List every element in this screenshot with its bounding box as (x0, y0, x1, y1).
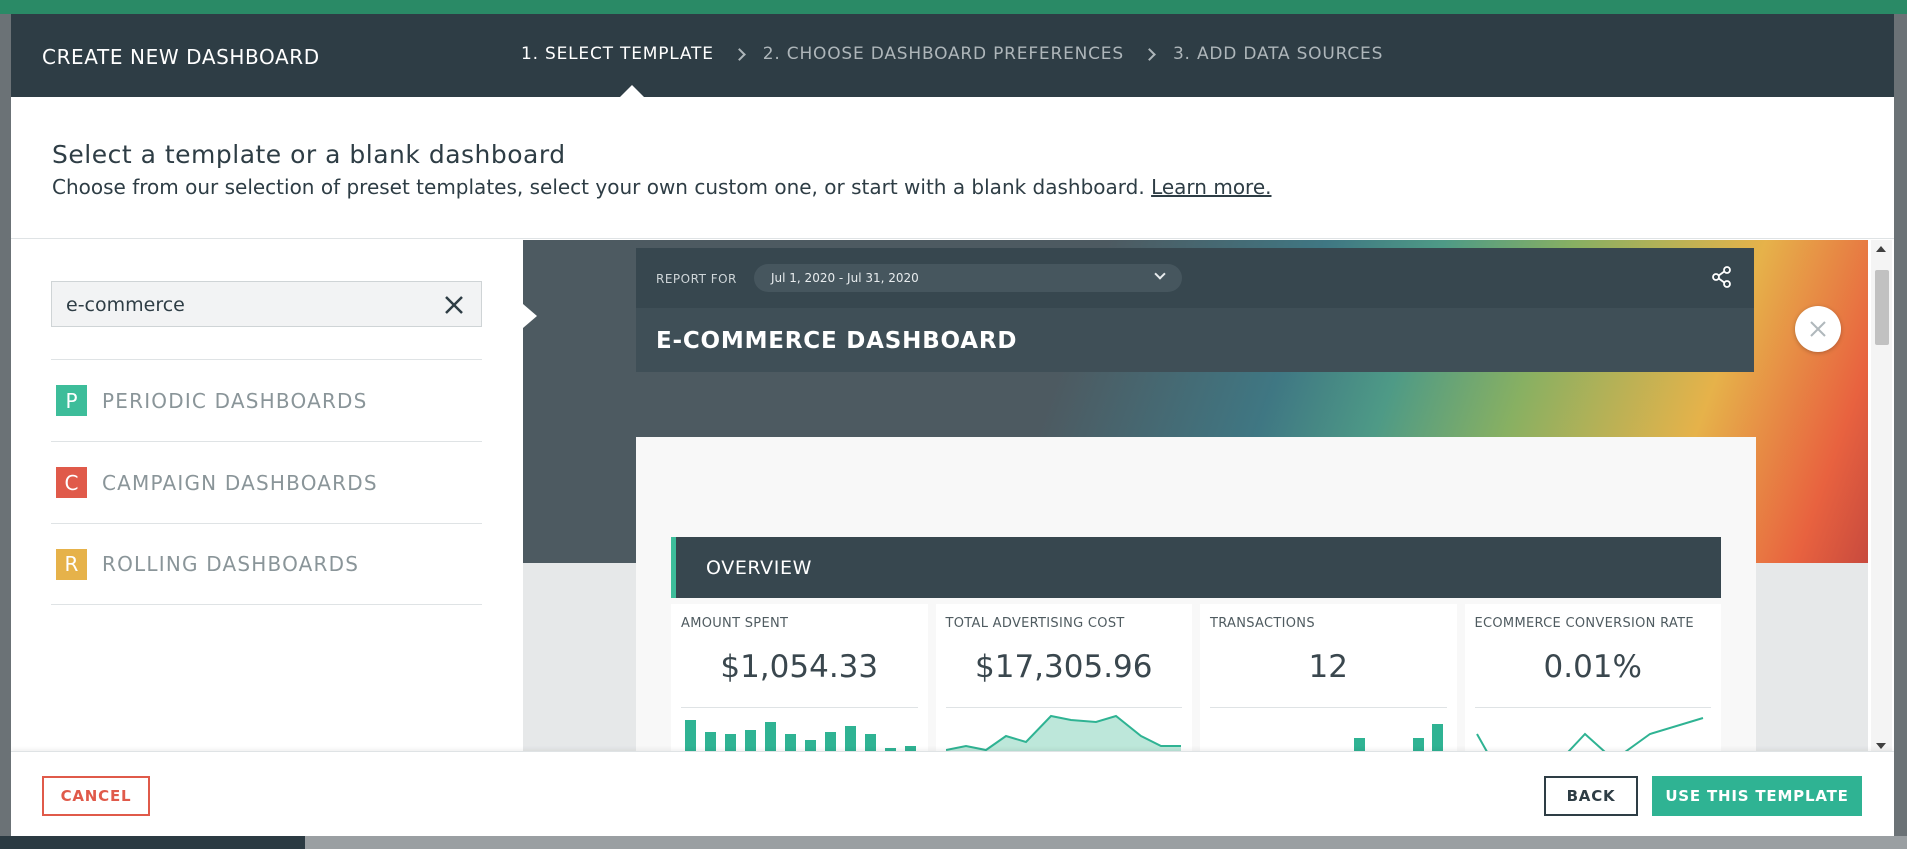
report-header-bar: REPORT FOR Jul 1, 2020 - Jul 31, 2020 (636, 248, 1754, 308)
kpi-bar-chart (1210, 724, 1450, 755)
template-search-field[interactable]: e-commerce (51, 281, 482, 327)
date-range-value: Jul 1, 2020 - Jul 31, 2020 (771, 271, 919, 285)
learn-more-link[interactable]: Learn more. (1151, 175, 1271, 199)
kpi-bar-chart (685, 720, 916, 755)
kpi-label: TOTAL ADVERTISING COST (945, 616, 1125, 631)
kpi-line-chart (1474, 717, 1715, 755)
step-select-template[interactable]: 1. SELECT TEMPLATE (521, 44, 714, 64)
kpi-transactions: TRANSACTIONS 12 (1200, 604, 1457, 755)
kpi-row: AMOUNT SPENT $1,054.33 TOTAL ADVERTISING… (671, 604, 1721, 755)
close-icon (1810, 321, 1826, 337)
category-letter-badge: R (56, 548, 87, 580)
scroll-down-arrow-icon[interactable] (1876, 743, 1886, 749)
scrollbar-thumb[interactable] (1875, 270, 1889, 345)
kpi-divider (1474, 707, 1711, 708)
scroll-up-arrow-icon[interactable] (1876, 246, 1886, 252)
kpi-value: $1,054.33 (720, 649, 879, 685)
intro-description: Choose from our selection of preset temp… (52, 175, 1145, 199)
search-input-value[interactable]: e-commerce (66, 294, 185, 316)
kpi-total-advertising-cost: TOTAL ADVERTISING COST $17,305.96 (935, 604, 1192, 755)
chevron-down-icon (1154, 268, 1166, 280)
category-label: PERIODIC DASHBOARDS (102, 388, 368, 413)
background-sidebar (0, 836, 305, 849)
report-for-label: REPORT FOR (656, 272, 737, 286)
kpi-divider (945, 707, 1182, 708)
close-preview-button[interactable] (1795, 306, 1841, 352)
kpi-divider (681, 707, 918, 708)
report-title-bar: E-COMMERCE DASHBOARD (636, 308, 1754, 372)
intro-text: Choose from our selection of preset temp… (52, 175, 1272, 199)
category-periodic-dashboards[interactable]: P PERIODIC DASHBOARDS (51, 359, 482, 441)
divider (11, 238, 1894, 239)
wizard-steps: 1. SELECT TEMPLATE 2. CHOOSE DASHBOARD P… (521, 44, 1383, 64)
intro-heading: Select a template or a blank dashboard (52, 140, 566, 169)
overview-section-header: OVERVIEW (671, 537, 1721, 598)
step-add-data-sources[interactable]: 3. ADD DATA SOURCES (1173, 44, 1383, 64)
step-choose-preferences[interactable]: 2. CHOOSE DASHBOARD PREFERENCES (763, 44, 1124, 64)
preview-scrollbar[interactable] (1871, 240, 1892, 755)
modal-title: CREATE NEW DASHBOARD (42, 45, 320, 69)
modal-footer: CANCEL BACK USE THIS TEMPLATE (11, 751, 1894, 836)
date-range-select: Jul 1, 2020 - Jul 31, 2020 (754, 264, 1182, 292)
kpi-label: AMOUNT SPENT (681, 616, 789, 631)
kpi-label: TRANSACTIONS (1210, 616, 1315, 631)
kpi-divider (1210, 707, 1447, 708)
category-letter-badge: P (56, 385, 87, 416)
report-title: E-COMMERCE DASHBOARD (656, 328, 1018, 354)
category-label: ROLLING DASHBOARDS (102, 552, 360, 576)
category-campaign-dashboards[interactable]: C CAMPAIGN DASHBOARDS (51, 441, 482, 523)
background-content (305, 836, 1907, 849)
template-category-list: P PERIODIC DASHBOARDS C CAMPAIGN DASHBOA… (51, 359, 482, 605)
category-rolling-dashboards[interactable]: R ROLLING DASHBOARDS (51, 523, 482, 605)
kpi-label: ECOMMERCE CONVERSION RATE (1474, 616, 1694, 631)
report-sheet: OVERVIEW AMOUNT SPENT $1,054.33 TOTAL AD… (636, 437, 1756, 755)
kpi-area-chart (945, 714, 1181, 755)
modal-header: CREATE NEW DASHBOARD 1. SELECT TEMPLATE … (11, 14, 1894, 98)
category-label: CAMPAIGN DASHBOARDS (102, 470, 378, 495)
background-app-bar (0, 0, 1907, 14)
kpi-ecommerce-conversion-rate: ECOMMERCE CONVERSION RATE 0.01% (1464, 604, 1721, 755)
cancel-button[interactable]: CANCEL (42, 776, 150, 816)
clear-search-icon[interactable] (443, 294, 465, 316)
use-this-template-button[interactable]: USE THIS TEMPLATE (1652, 776, 1862, 816)
kpi-value: 12 (1308, 649, 1348, 685)
active-step-indicator (619, 85, 645, 98)
back-button[interactable]: BACK (1544, 776, 1638, 816)
template-preview[interactable]: REPORT FOR Jul 1, 2020 - Jul 31, 2020 E-… (523, 240, 1868, 755)
category-letter-badge: C (56, 467, 87, 498)
kpi-value: $17,305.96 (975, 649, 1153, 685)
chevron-right-icon (1143, 47, 1156, 61)
kpi-amount-spent: AMOUNT SPENT $1,054.33 (671, 604, 928, 755)
create-dashboard-modal: CREATE NEW DASHBOARD 1. SELECT TEMPLATE … (11, 14, 1894, 836)
kpi-value: 0.01% (1543, 649, 1642, 685)
chevron-right-icon (732, 47, 746, 61)
share-icon (1712, 266, 1731, 288)
section-title: OVERVIEW (706, 557, 812, 579)
preview-pointer (523, 304, 537, 328)
